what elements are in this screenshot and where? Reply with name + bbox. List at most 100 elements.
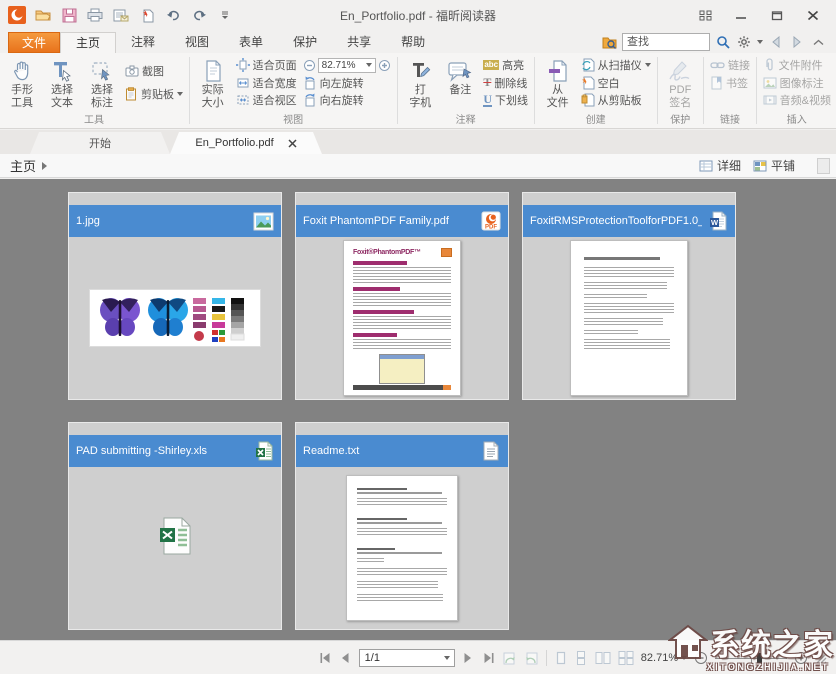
zoom-slider[interactable] [715, 650, 787, 666]
page-number-input[interactable] [359, 649, 455, 667]
detail-view-button[interactable]: 详细 [699, 157, 741, 174]
save-button[interactable] [59, 5, 79, 25]
file-attachment-button[interactable]: 文件附件 [763, 57, 831, 74]
ribbon-group-tools: 手形 工具 选择 文本 选择 标注 [0, 53, 188, 128]
bookmark-button[interactable]: 书签 [710, 74, 750, 91]
tile-view-button[interactable]: 平铺 [753, 157, 795, 174]
hand-tool-label-2: 工具 [11, 97, 33, 110]
settings-gear-icon[interactable] [736, 34, 752, 50]
collapse-ribbon-icon[interactable] [810, 34, 826, 50]
fit-page-button[interactable]: 适合页面 [236, 57, 297, 74]
select-text-button[interactable]: 选择 文本 [43, 55, 81, 110]
ui-layout-button[interactable] [694, 6, 716, 24]
pdf-sign-button[interactable]: PDF 签名 [661, 55, 699, 110]
doc-tab-portfolio[interactable]: En_Portfolio.pdf [170, 132, 322, 154]
previous-view-button[interactable] [502, 650, 517, 666]
from-file-label-1: 从 [552, 84, 563, 97]
facing-layout-button[interactable] [595, 650, 611, 666]
create-blank-button[interactable]: 空白 [581, 74, 651, 91]
close-button[interactable] [802, 6, 824, 24]
find-next-icon[interactable] [789, 34, 805, 50]
strikeout-button[interactable]: T 删除线 [483, 74, 528, 91]
email-button[interactable] [111, 5, 131, 25]
image-annotation-label: 图像标注 [780, 75, 824, 91]
tab-share[interactable]: 共享 [332, 32, 386, 53]
zoom-out-icon[interactable] [303, 59, 316, 72]
file-menu-button[interactable]: 文件 [8, 32, 60, 53]
portfolio-item-pdf[interactable]: Foxit PhantomPDF Family.pdf PDF Foxit®Ph… [295, 192, 509, 400]
snapshot-button[interactable]: 截图 [125, 62, 183, 79]
last-page-button[interactable] [482, 650, 495, 666]
portfolio-item-excel[interactable]: PAD submitting -Shirley.xls [68, 422, 282, 630]
hand-tool-button[interactable]: 手形 工具 [3, 55, 41, 110]
zoom-level-select[interactable]: 82.71% [318, 58, 376, 73]
underline-label: 下划线 [495, 92, 528, 108]
rotate-left-button[interactable]: 向左旋转 [303, 74, 391, 91]
clipboard-button[interactable]: 剪贴板 [125, 86, 183, 103]
create-from-file-button[interactable]: 从 文件 [539, 55, 577, 110]
settings-caret-icon[interactable] [757, 40, 763, 44]
audio-video-button[interactable]: 音频&视频 [763, 92, 831, 109]
actual-size-button[interactable]: 实际 大小 [194, 55, 232, 110]
image-annotation-button[interactable]: 图像标注 [763, 74, 831, 91]
find-folder-icon [601, 34, 617, 50]
search-icon[interactable] [715, 34, 731, 50]
ribbon-group-view: 实际 大小 适合页面 适合宽度 [191, 53, 396, 128]
portfolio-item-word[interactable]: FoxitRMSProtectionToolforPDF1.0_read W [522, 192, 736, 400]
note-button[interactable]: 备注 [441, 55, 479, 110]
select-annotation-button[interactable]: 选择 标注 [83, 55, 121, 110]
word-preview-text [584, 267, 674, 277]
find-previous-icon[interactable] [768, 34, 784, 50]
minimize-button[interactable] [730, 6, 752, 24]
foxit-logo-icon[interactable] [7, 5, 27, 25]
page-number-select[interactable] [359, 649, 455, 667]
text-preview-heading [357, 548, 395, 550]
highlight-button[interactable]: abc 高亮 [483, 57, 528, 74]
bookmark-icon [710, 76, 723, 90]
doc-tab-start[interactable]: 开始 [30, 132, 170, 154]
fit-visible-button[interactable]: 适合视区 [236, 92, 297, 109]
tab-form[interactable]: 表单 [224, 32, 278, 53]
rotate-right-button[interactable]: 向右旋转 [303, 92, 391, 109]
zoom-out-button[interactable] [694, 650, 708, 666]
next-page-button[interactable] [462, 650, 475, 666]
first-page-button[interactable] [318, 650, 331, 666]
zoom-in-icon[interactable] [378, 59, 391, 72]
zoom-percentage[interactable]: 82.71% [641, 652, 687, 664]
fit-width-button[interactable]: 适合宽度 [236, 74, 297, 91]
new-document-button[interactable] [137, 5, 157, 25]
previous-page-button[interactable] [338, 650, 351, 666]
scrollbar-button[interactable] [817, 158, 830, 174]
single-page-layout-button[interactable] [554, 650, 567, 666]
image-icon [763, 77, 777, 89]
link-button[interactable]: 链接 [710, 57, 750, 74]
qat-customize-icon[interactable] [215, 5, 235, 25]
typewriter-button[interactable]: 打 字机 [401, 55, 439, 110]
from-scanner-button[interactable]: 从扫描仪 [581, 57, 651, 74]
close-tab-icon[interactable] [288, 139, 297, 148]
search-input[interactable] [622, 33, 710, 51]
tab-home[interactable]: 主页 [60, 32, 116, 53]
restore-button[interactable] [766, 6, 788, 24]
tab-help[interactable]: 帮助 [386, 32, 440, 53]
continuous-layout-button[interactable] [574, 650, 587, 666]
next-view-button[interactable] [524, 650, 539, 666]
resize-grip-icon[interactable] [815, 650, 828, 666]
open-file-button[interactable] [33, 5, 53, 25]
print-button[interactable] [85, 5, 105, 25]
underline-button[interactable]: U 下划线 [483, 92, 528, 109]
portfolio-item-image[interactable]: 1.jpg [68, 192, 282, 400]
zoom-slider-thumb[interactable] [757, 653, 762, 664]
from-clipboard-button[interactable]: 从剪贴板 [581, 92, 651, 109]
breadcrumb[interactable]: 主页 [10, 156, 36, 175]
portfolio-item-text[interactable]: Readme.txt [295, 422, 509, 630]
tab-comment[interactable]: 注释 [116, 32, 170, 53]
zoom-in-button[interactable] [794, 650, 808, 666]
tab-protect[interactable]: 保护 [278, 32, 332, 53]
status-separator [546, 650, 547, 666]
word-preview-text [584, 318, 663, 325]
redo-icon[interactable] [189, 5, 209, 25]
tab-view[interactable]: 视图 [170, 32, 224, 53]
facing-continuous-layout-button[interactable] [618, 650, 634, 666]
undo-icon[interactable] [163, 5, 183, 25]
